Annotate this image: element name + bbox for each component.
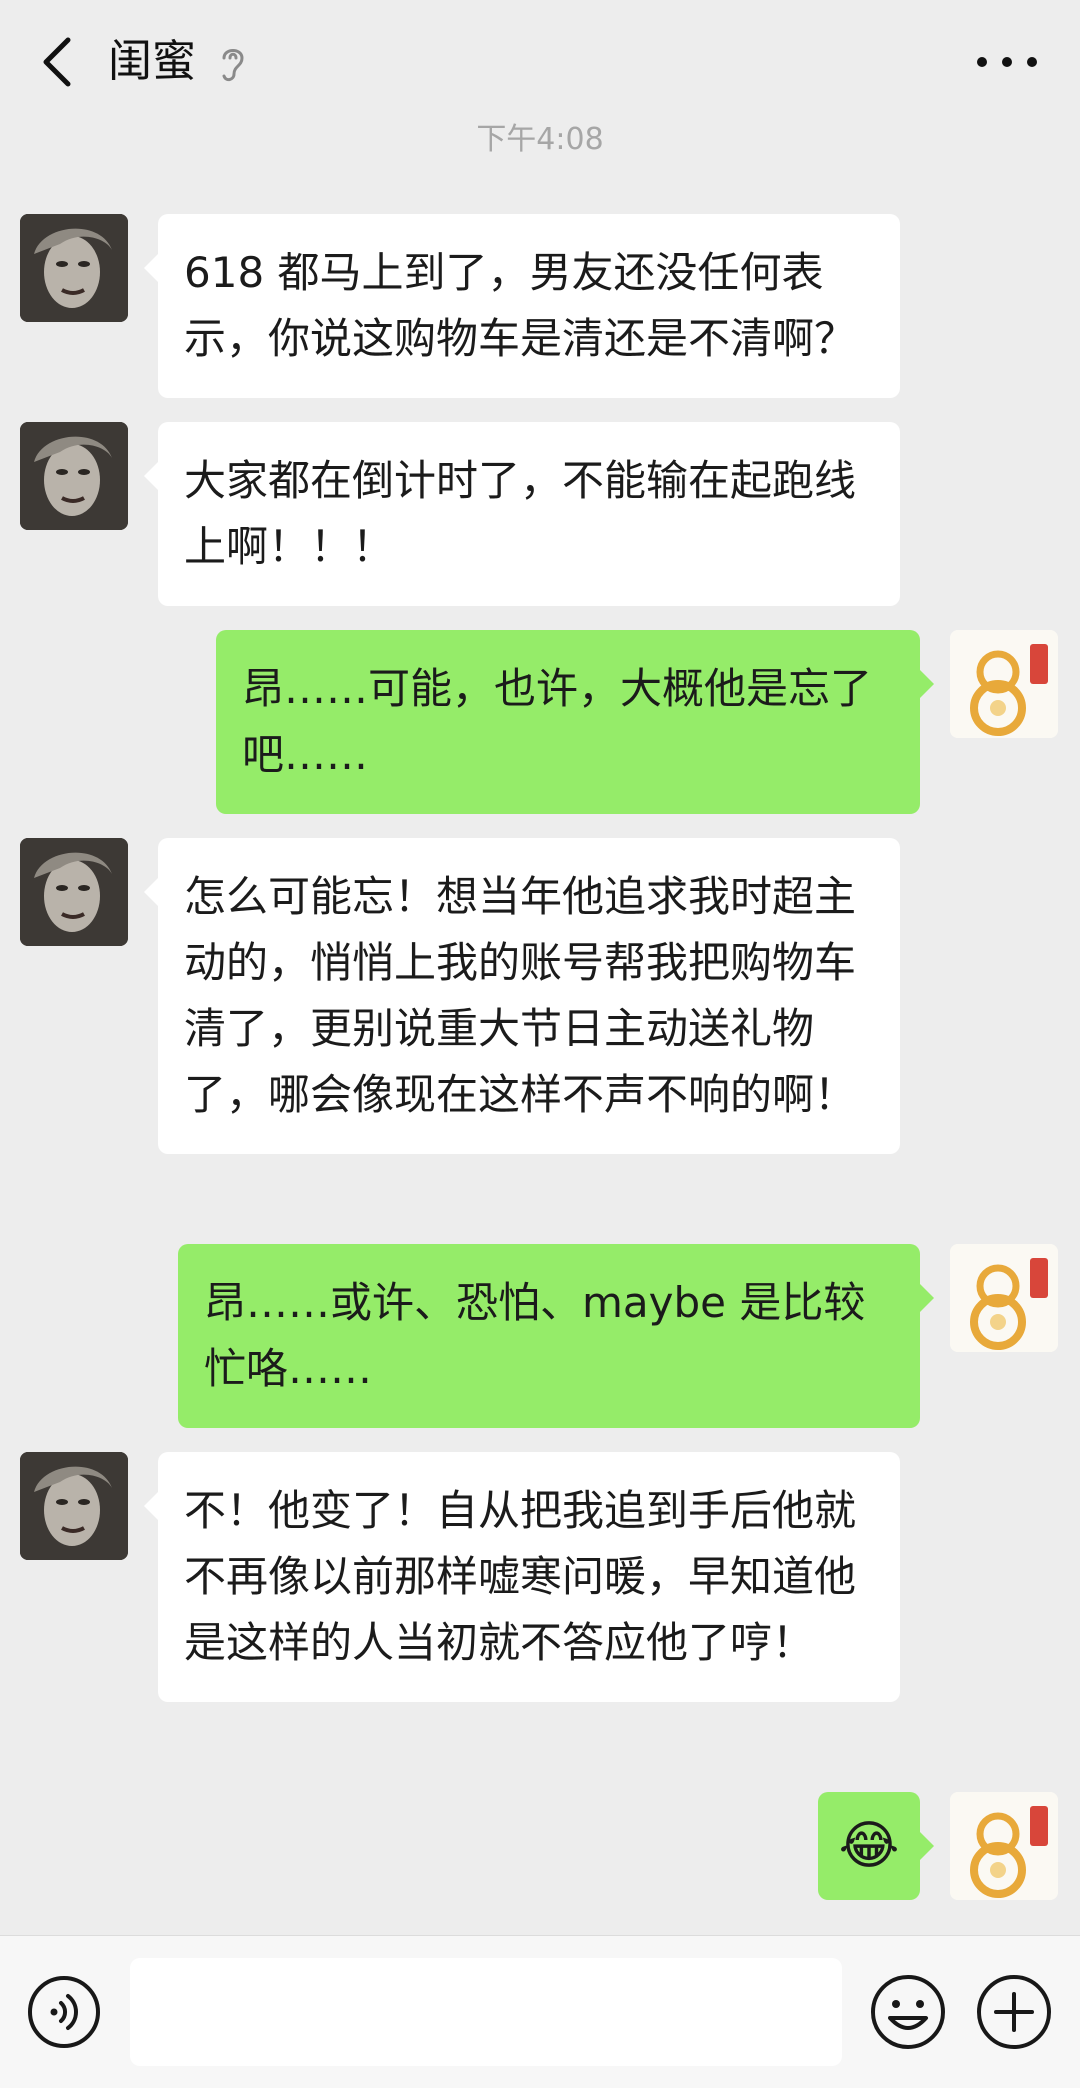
friend-avatar[interactable] xyxy=(20,838,128,946)
smile-icon[interactable] xyxy=(868,1972,948,2052)
message-text: 昂……可能，也许，大概他是忘了吧…… xyxy=(242,664,873,779)
my-avatar[interactable] xyxy=(950,1792,1058,1900)
message-input[interactable] xyxy=(130,1958,842,2066)
message-timestamp: 下午4:08 xyxy=(476,122,604,157)
message-text: 昂……或许、恐怕、maybe 是比较忙咯…… xyxy=(204,1278,866,1393)
ear-icon xyxy=(222,49,244,82)
more-dots-icon[interactable] xyxy=(972,40,1042,84)
message-text: 怎么可能忘！想当年他追求我时超主动的，悄悄上我的账号帮我把购物车清了，更别说重大… xyxy=(184,872,857,1119)
message-text: 不！他变了！自从把我追到手后他就不再像以前那样嘘寒问暖，早知道他是这样的人当初就… xyxy=(184,1486,857,1667)
message-text: 大家都在倒计时了，不能输在起跑线上啊！！！ xyxy=(184,456,857,571)
voice-icon[interactable] xyxy=(26,1974,102,2050)
message-bubble-me[interactable]: 昂……可能，也许，大概他是忘了吧…… xyxy=(216,630,934,814)
message-bubble-friend[interactable]: 大家都在倒计时了，不能输在起跑线上啊！！！ xyxy=(144,422,900,606)
laughing-tears-emoji: 😂 xyxy=(838,1816,900,1876)
message-bubble-friend[interactable]: 怎么可能忘！想当年他追求我时超主动的，悄悄上我的账号帮我把购物车清了，更别说重大… xyxy=(144,838,900,1154)
chat-title: 闺蜜 xyxy=(108,36,196,87)
input-bar xyxy=(0,1935,1080,2088)
plus-icon[interactable] xyxy=(974,1972,1054,2052)
message-bubble-friend[interactable]: 618 都马上到了，男友还没任何表示，你说这购物车是清还是不清啊？ xyxy=(144,214,900,398)
chat-header: 闺蜜 xyxy=(0,0,1080,124)
back-chevron-icon[interactable] xyxy=(30,30,90,94)
my-avatar[interactable] xyxy=(950,1244,1058,1352)
message-bubble-me[interactable]: 昂……或许、恐怕、maybe 是比较忙咯…… xyxy=(178,1244,934,1428)
friend-avatar[interactable] xyxy=(20,1452,128,1560)
friend-avatar[interactable] xyxy=(20,214,128,322)
message-bubble-me-emoji[interactable]: 😂 xyxy=(818,1792,934,1900)
message-text: 618 都马上到了，男友还没任何表示，你说这购物车是清还是不清啊？ xyxy=(184,248,857,363)
my-avatar[interactable] xyxy=(950,630,1058,738)
message-bubble-friend[interactable]: 不！他变了！自从把我追到手后他就不再像以前那样嘘寒问暖，早知道他是这样的人当初就… xyxy=(144,1452,900,1702)
friend-avatar[interactable] xyxy=(20,422,128,530)
